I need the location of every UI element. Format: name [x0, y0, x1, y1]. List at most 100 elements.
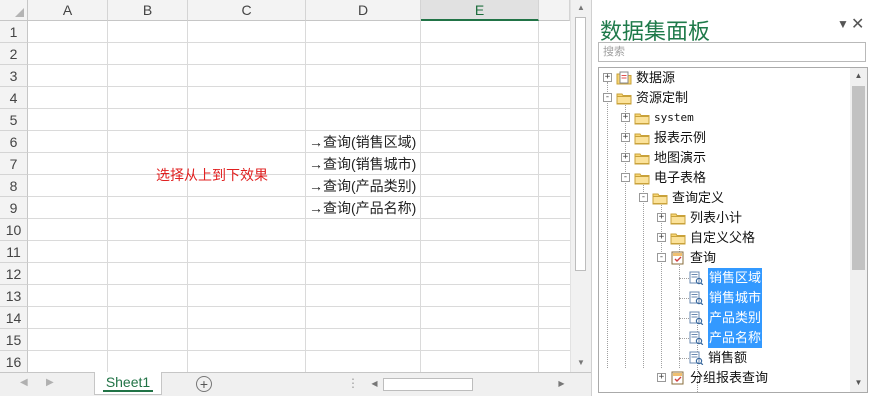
tree-item[interactable]: - 查询	[599, 248, 849, 268]
scroll-right-icon[interactable]: ▶	[555, 377, 568, 391]
tree-item[interactable]: - 资源定制	[599, 88, 849, 108]
search-input[interactable]: 搜索	[598, 42, 866, 62]
expand-icon[interactable]: +	[621, 133, 630, 142]
close-icon[interactable]: ✕	[851, 14, 864, 34]
sheet-tab-label: Sheet1	[105, 374, 151, 390]
scroll-up-icon[interactable]: ▲	[571, 0, 591, 16]
tree-scroll-down-icon[interactable]: ▼	[850, 375, 867, 391]
tree-item-label: 地图演示	[654, 150, 707, 165]
tree-item-label: 产品类别	[708, 308, 763, 328]
expand-icon[interactable]: +	[621, 153, 630, 162]
column-gridline	[305, 21, 306, 372]
expand-icon[interactable]: +	[657, 213, 666, 222]
dataset-panel: 数据集面板 ▼ ✕ 搜索 + 数据源 - 资源定制 + system + 报表示例 + 地图演示 -…	[591, 0, 869, 396]
collapse-icon[interactable]: -	[639, 193, 648, 202]
column-header-b[interactable]: B	[108, 0, 188, 21]
sheet-vertical-scrollbar[interactable]: ▲ ▼	[570, 0, 591, 372]
tree-item[interactable]: - 查询定义	[599, 188, 849, 208]
triangle-down-icon[interactable]: ▼	[837, 17, 849, 31]
row-header[interactable]: 13	[0, 285, 28, 307]
collapse-icon[interactable]: -	[621, 173, 630, 182]
dataset-tree[interactable]: + 数据源 - 资源定制 + system + 报表示例 + 地图演示 - 电子表格 - 查询定义 + 列表小…	[598, 67, 868, 393]
row-header[interactable]: 7	[0, 153, 28, 175]
tree-scroll-up-icon[interactable]: ▲	[850, 68, 867, 84]
column-header-partial[interactable]	[539, 0, 570, 21]
tree-item[interactable]: + 报表示例	[599, 128, 849, 148]
query-icon	[670, 371, 686, 385]
row-header[interactable]: 16	[0, 351, 28, 373]
note-cell[interactable]: 选择从上到下效果	[156, 164, 268, 186]
tree-item[interactable]: + 分组报表查询	[599, 368, 849, 388]
column-header-d[interactable]: D	[306, 0, 421, 21]
tree-scroll-thumb[interactable]	[852, 86, 865, 270]
folder-icon	[634, 131, 650, 145]
splitter-handle-icon[interactable]: ⋮	[347, 376, 359, 390]
tree-item-label: 查询定义	[672, 190, 725, 205]
tree-item[interactable]: 产品名称	[599, 328, 849, 348]
expand-icon[interactable]: +	[621, 113, 630, 122]
collapse-icon[interactable]: -	[657, 253, 666, 262]
row-gridline	[28, 218, 570, 219]
row-gridline	[28, 130, 570, 131]
column-header-e[interactable]: E	[421, 0, 539, 21]
collapse-icon[interactable]: -	[603, 93, 612, 102]
tree-item[interactable]: - 电子表格	[599, 168, 849, 188]
row-header[interactable]: 1	[0, 21, 28, 43]
query-icon	[670, 251, 686, 265]
row-gridline	[28, 196, 570, 197]
link-cell-city[interactable]: →查询(销售城市)	[309, 153, 416, 175]
row-header[interactable]: 5	[0, 109, 28, 131]
row-header[interactable]: 6	[0, 131, 28, 153]
tree-item[interactable]: + 地图演示	[599, 148, 849, 168]
row-header[interactable]: 12	[0, 263, 28, 285]
tree-item-label: 查询	[690, 250, 717, 265]
link-cell-product[interactable]: →查询(产品名称)	[309, 197, 416, 219]
expand-icon[interactable]: +	[603, 73, 612, 82]
column-header-a[interactable]: A	[28, 0, 108, 21]
row-header[interactable]: 9	[0, 197, 28, 219]
sheet-tab[interactable]: Sheet1	[94, 372, 162, 395]
tree-item[interactable]: 销售区域	[599, 268, 849, 288]
tree-vertical-scrollbar[interactable]: ▲ ▼	[850, 68, 867, 392]
row-header[interactable]: 11	[0, 241, 28, 263]
tree-item[interactable]: 产品类别	[599, 308, 849, 328]
expand-icon[interactable]: +	[657, 233, 666, 242]
link-cell-category[interactable]: →查询(产品类别)	[309, 175, 416, 197]
scroll-down-icon[interactable]: ▼	[571, 355, 591, 371]
tree-item[interactable]: + system	[599, 108, 849, 128]
row-header[interactable]: 3	[0, 65, 28, 87]
tree-item-label: 数据源	[636, 70, 676, 85]
row-header[interactable]: 14	[0, 307, 28, 329]
tree-item[interactable]: + 自定义父格	[599, 228, 849, 248]
expand-icon[interactable]: +	[657, 373, 666, 382]
horizontal-scroll-thumb[interactable]	[383, 378, 473, 391]
row-header[interactable]: 4	[0, 87, 28, 109]
row-gridline	[28, 328, 570, 329]
scroll-left-icon[interactable]: ◀	[368, 377, 381, 391]
tree-item[interactable]: + 数据源	[599, 68, 849, 88]
prev-sheet-icon[interactable]: ◀	[20, 377, 28, 388]
row-header[interactable]: 15	[0, 329, 28, 351]
column-header-c[interactable]: C	[188, 0, 306, 21]
sheet-horizontal-scrollbar[interactable]: ◀ ▶	[368, 377, 568, 392]
add-sheet-icon[interactable]: +	[196, 376, 212, 392]
row-header[interactable]: 8	[0, 175, 28, 197]
row-gridline	[28, 152, 570, 153]
row-gridline	[28, 108, 570, 109]
row-header[interactable]: 10	[0, 219, 28, 241]
row-header[interactable]: 2	[0, 43, 28, 65]
tree-item[interactable]: 销售城市	[599, 288, 849, 308]
tree-item-label: 分组报表查询	[690, 370, 769, 385]
tree-item-label: 列表小计	[690, 210, 743, 225]
spreadsheet-area: A B C D E 1 2 3 4 5 6 7 8 9 10 11 12 13 14 15 16 选择从上到下…	[0, 0, 591, 396]
scroll-thumb[interactable]	[575, 17, 586, 271]
folder-icon	[652, 191, 668, 205]
tree-item[interactable]: + 列表小计	[599, 208, 849, 228]
select-all-corner[interactable]	[0, 0, 28, 21]
search-placeholder: 搜索	[603, 46, 625, 58]
link-cell-region[interactable]: →查询(销售区域)	[309, 131, 416, 153]
tree-item-label: 销售额	[708, 350, 748, 365]
tree-item[interactable]: 销售额	[599, 348, 849, 368]
next-sheet-icon[interactable]: ▶	[46, 377, 54, 388]
row-gridline	[28, 262, 570, 263]
